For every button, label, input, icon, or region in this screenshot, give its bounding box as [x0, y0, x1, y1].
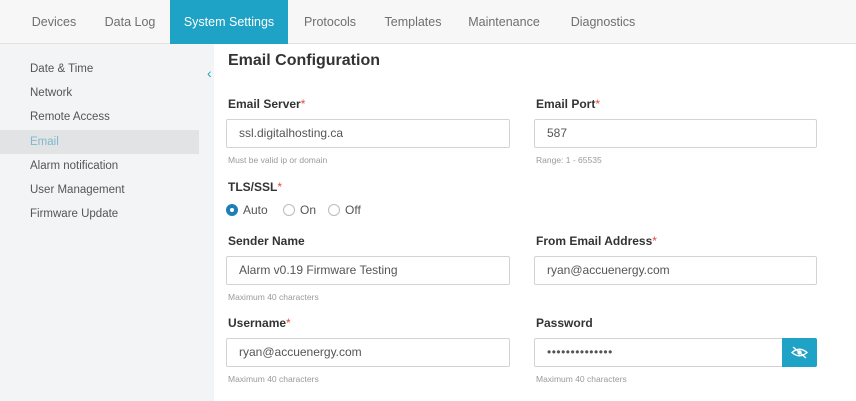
- sidebar-item-network[interactable]: Network: [0, 81, 199, 105]
- required-mark: *: [595, 97, 601, 111]
- sidebar-item-date-time[interactable]: Date & Time: [0, 57, 199, 81]
- sender-name-label: Sender Name: [228, 234, 305, 248]
- tab-maintenance[interactable]: Maintenance: [454, 0, 554, 44]
- required-mark: *: [652, 234, 657, 248]
- required-mark: *: [300, 97, 306, 111]
- email-port-hint: Range: 1 - 65535: [536, 155, 602, 165]
- tab-diagnostics[interactable]: Diagnostics: [554, 0, 652, 44]
- email-server-input[interactable]: ssl.digitalhosting.ca: [226, 119, 510, 148]
- from-address-label: From Email Address*: [536, 234, 657, 248]
- radio-selected-icon: [226, 204, 238, 216]
- email-server-label: Email Server*: [228, 97, 306, 111]
- required-mark: *: [277, 180, 283, 194]
- sidebar-item-firmware-update[interactable]: Firmware Update: [0, 202, 199, 226]
- top-nav: Devices Data Log System Settings Protoco…: [0, 0, 856, 44]
- password-input[interactable]: ••••••••••••••: [534, 338, 783, 367]
- sidebar-item-user-management[interactable]: User Management: [0, 178, 199, 202]
- email-server-hint: Must be valid ip or domain: [228, 155, 328, 165]
- eye-off-icon: [790, 346, 809, 359]
- tab-devices[interactable]: Devices: [18, 0, 90, 44]
- from-address-input[interactable]: ryan@accuenergy.com: [534, 256, 817, 285]
- tls-option-off[interactable]: Off: [328, 203, 361, 217]
- email-port-input[interactable]: 587: [534, 119, 817, 148]
- tls-option-on[interactable]: On: [283, 203, 316, 217]
- tab-protocols[interactable]: Protocols: [288, 0, 372, 44]
- tab-templates[interactable]: Templates: [372, 0, 454, 44]
- page-title: Email Configuration: [228, 52, 380, 69]
- required-mark: *: [286, 316, 291, 330]
- username-label: Username*: [228, 316, 291, 330]
- settings-sidebar: Date & Time Network Remote Access Email …: [0, 44, 199, 401]
- chevron-left-icon[interactable]: ‹: [207, 64, 212, 82]
- username-hint: Maximum 40 characters: [228, 374, 319, 384]
- tls-option-auto[interactable]: Auto: [226, 203, 268, 217]
- tab-system-settings[interactable]: System Settings: [170, 0, 288, 44]
- password-hint: Maximum 40 characters: [536, 374, 627, 384]
- toggle-password-button[interactable]: [782, 338, 817, 367]
- tab-data-log[interactable]: Data Log: [90, 0, 170, 44]
- username-input[interactable]: ryan@accuenergy.com: [226, 338, 510, 367]
- email-port-label: Email Port*: [536, 97, 601, 111]
- sender-name-input[interactable]: Alarm v0.19 Firmware Testing: [226, 256, 510, 285]
- sidebar-item-alarm-notification[interactable]: Alarm notification: [0, 154, 199, 178]
- password-label: Password: [536, 316, 593, 330]
- tls-ssl-label: TLS/SSL*: [228, 180, 283, 194]
- sidebar-item-email[interactable]: Email: [0, 130, 199, 154]
- sender-name-hint: Maximum 40 characters: [228, 292, 319, 302]
- radio-unselected-icon: [283, 204, 295, 216]
- sidebar-item-remote-access[interactable]: Remote Access: [0, 105, 199, 129]
- radio-unselected-icon: [328, 204, 340, 216]
